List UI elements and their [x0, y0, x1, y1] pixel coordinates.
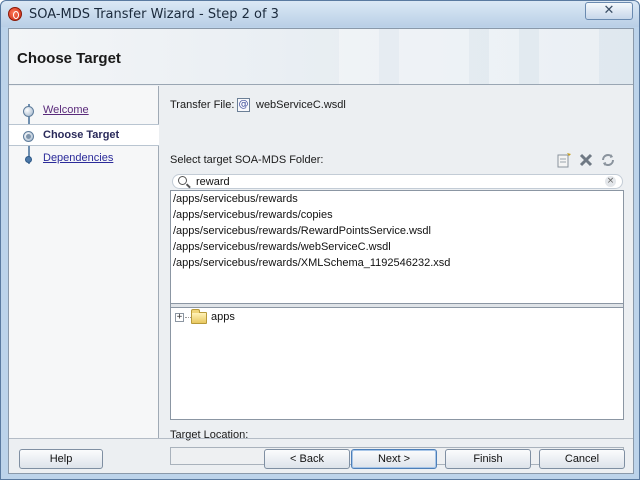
tree-node-apps[interactable]: apps [211, 311, 235, 323]
list-item[interactable]: /apps/servicebus/rewards/RewardPointsSer… [173, 225, 431, 237]
wizard-header: Choose Target [9, 29, 633, 85]
wsdl-file-icon: @ [237, 98, 250, 112]
help-button[interactable]: Help [19, 449, 103, 469]
close-button[interactable]: ✕ [585, 2, 633, 20]
cancel-button[interactable]: Cancel [539, 449, 625, 469]
sidebar-item-label: Dependencies [43, 152, 114, 164]
step-dot-icon [23, 106, 34, 117]
wizard-client-area: Choose Target Welcome Choose Target Depe… [8, 28, 634, 474]
transfer-file-name: webServiceC.wsdl [256, 99, 346, 111]
header-decoration [339, 29, 379, 84]
sidebar-item-dependencies[interactable]: Dependencies [9, 148, 159, 170]
transfer-file-label: Transfer File: [170, 99, 235, 111]
page-title: Choose Target [17, 50, 121, 67]
wizard-content: Transfer File: @ webServiceC.wsdl Select… [160, 86, 633, 465]
folder-icon [191, 309, 207, 324]
list-item[interactable]: /apps/servicebus/rewards/XMLSchema_11925… [173, 257, 450, 269]
refresh-icon [602, 154, 614, 166]
new-folder-icon[interactable] [556, 152, 572, 168]
header-decoration [489, 29, 519, 84]
sidebar-item-label: Welcome [43, 104, 89, 116]
list-item[interactable]: /apps/servicebus/rewards/copies [173, 209, 333, 221]
search-results-list[interactable]: /apps/servicebus/rewards /apps/servicebu… [170, 190, 624, 304]
back-button[interactable]: < Back [264, 449, 350, 469]
header-decoration [539, 29, 599, 84]
sidebar-item-choose-target[interactable]: Choose Target [9, 124, 159, 146]
list-item[interactable]: /apps/servicebus/rewards/webServiceC.wsd… [173, 241, 391, 253]
window-title: SOA-MDS Transfer Wizard - Step 2 of 3 [29, 7, 279, 22]
target-location-label: Target Location: [170, 429, 249, 441]
clear-search-icon[interactable]: × [605, 176, 616, 187]
wizard-window: SOA-MDS Transfer Wizard - Step 2 of 3 ✕ … [0, 0, 640, 480]
folder-tree[interactable]: + apps [170, 307, 624, 420]
refresh-icon[interactable] [600, 152, 616, 168]
search-icon [178, 176, 187, 185]
search-field[interactable]: × [172, 174, 623, 189]
delete-icon [579, 153, 593, 167]
target-folder-label: Select target SOA-MDS Folder: [170, 154, 324, 166]
finish-button[interactable]: Finish [445, 449, 531, 469]
step-dot-icon [25, 156, 32, 163]
list-item[interactable]: /apps/servicebus/rewards [173, 193, 298, 205]
footer-divider [9, 438, 633, 439]
sidebar-item-welcome[interactable]: Welcome [9, 100, 159, 122]
wizard-steps-sidebar: Welcome Choose Target Dependencies [9, 86, 159, 438]
title-bar[interactable]: SOA-MDS Transfer Wizard - Step 2 of 3 ✕ [1, 1, 639, 27]
step-dot-icon [23, 131, 34, 142]
search-input[interactable] [196, 175, 596, 188]
delete-icon[interactable] [578, 152, 594, 168]
next-button[interactable]: Next > [351, 449, 437, 469]
header-decoration [399, 29, 469, 84]
new-folder-icon [557, 153, 571, 168]
sidebar-item-label: Choose Target [43, 129, 120, 141]
app-logo-icon [8, 7, 22, 21]
expand-icon[interactable]: + [175, 313, 184, 322]
